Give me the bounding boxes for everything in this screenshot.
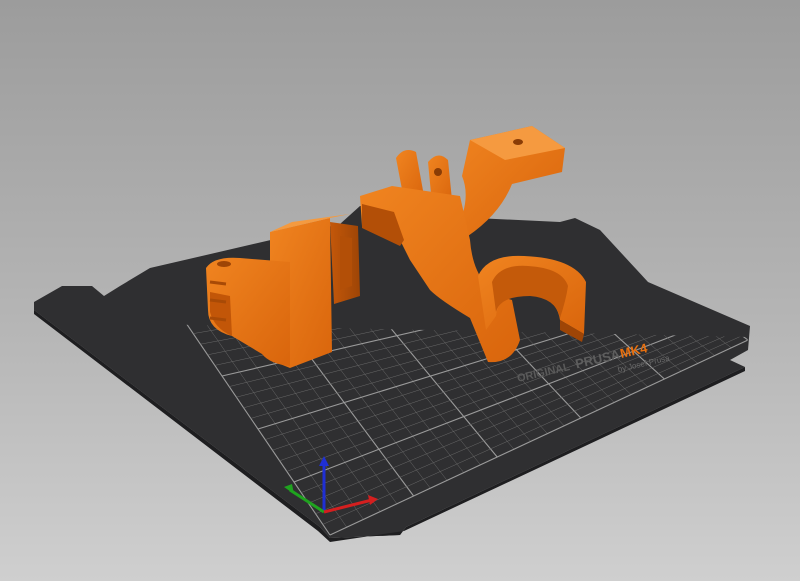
clip-bracket-slot <box>340 236 352 290</box>
3d-viewport[interactable]: ORIGINAL PRUSA MK4 by Josef Prusa <box>0 0 800 581</box>
clamp-hinge-hole <box>434 168 442 176</box>
clip-hole <box>217 261 231 267</box>
clamp-top-hole <box>513 139 523 145</box>
scene-canvas[interactable]: ORIGINAL PRUSA MK4 by Josef Prusa <box>0 0 800 581</box>
print-bed: ORIGINAL PRUSA MK4 by Josef Prusa <box>34 206 750 542</box>
